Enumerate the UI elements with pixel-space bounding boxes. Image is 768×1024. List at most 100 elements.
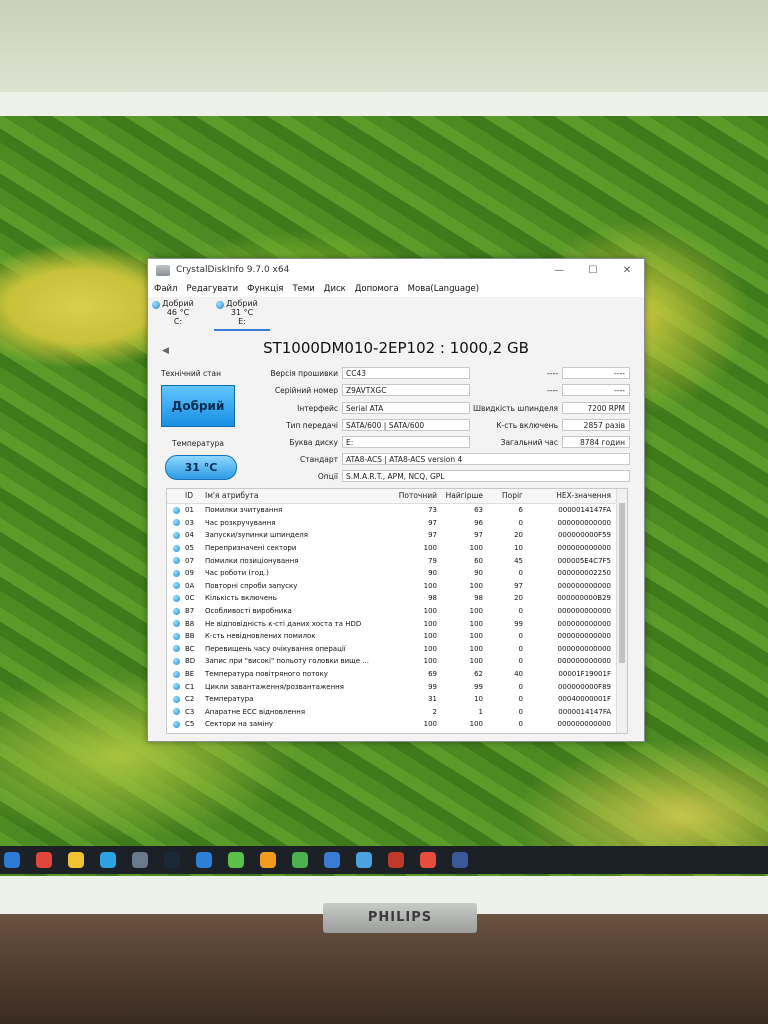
attr-raw: 000000000000 — [557, 544, 611, 553]
header-current[interactable]: Поточний — [393, 489, 437, 503]
smart-row[interactable]: C3 Апаратне ECC відновлення 2 1 0 0000014147F… — [167, 706, 627, 719]
minimize-button[interactable]: — — [542, 265, 576, 276]
attr-threshold: 0 — [518, 707, 523, 716]
attr-id: B7 — [185, 607, 195, 616]
health-label: Технічний стан — [160, 369, 222, 378]
status-dot-icon — [167, 519, 185, 527]
attr-name: Кількість включень — [205, 594, 277, 603]
taskbar-app-icon[interactable] — [100, 852, 116, 868]
smart-row[interactable]: BE Температура повітряного потоку 69 62 40 00… — [167, 668, 627, 681]
smart-row[interactable]: BB К-сть невідновлених помилок 100 100 0 0000… — [167, 630, 627, 643]
status-dot-icon — [167, 594, 185, 602]
status-dot-icon — [167, 582, 185, 590]
smart-row[interactable]: 0C Кількість включень 98 98 20 000000000B29 — [167, 592, 627, 605]
header-threshold[interactable]: Поріг — [483, 489, 523, 503]
crystaldiskinfo-window[interactable]: CrystalDiskInfo 9.7.0 x64 — ☐ ✕ Файл Ред… — [147, 258, 645, 742]
smart-row[interactable]: 07 Помилки позиціонування 79 60 45 000005E4C7… — [167, 554, 627, 567]
attr-current: 2 — [432, 707, 437, 716]
taskbar-app-icon[interactable] — [420, 852, 436, 868]
menu-language[interactable]: Мова(Language) — [408, 284, 479, 294]
status-dot-icon — [167, 645, 185, 653]
attr-threshold: 0 — [518, 607, 523, 616]
smart-row[interactable]: C5 Сектори на заміну 100 100 0 000000000000 — [167, 718, 627, 731]
menu-help[interactable]: Допомога — [355, 284, 399, 294]
title-bar[interactable]: CrystalDiskInfo 9.7.0 x64 — ☐ ✕ — [148, 259, 644, 281]
disk-tab-e[interactable]: Добрий 31 °C E: — [214, 299, 270, 331]
taskbar-app-icon[interactable] — [132, 852, 148, 868]
smart-row[interactable]: 01 Помилки зчитування 73 63 6 0000014147FA — [167, 504, 627, 517]
attr-raw: 000000000000 — [557, 657, 611, 666]
attr-threshold: 99 — [514, 619, 523, 628]
status-dot-icon — [167, 708, 185, 716]
smart-row[interactable]: B8 Не відповідність к-сті даних хоста та … — [167, 617, 627, 630]
scrollbar-thumb[interactable] — [619, 503, 625, 663]
menu-file[interactable]: Файл — [154, 284, 177, 294]
taskbar-app-icon[interactable] — [4, 852, 20, 868]
taskbar-app-icon[interactable] — [452, 852, 468, 868]
header-worst[interactable]: Найгірше — [437, 489, 483, 503]
attr-name: Помилки зчитування — [205, 506, 283, 515]
smart-body: 01 Помилки зчитування 73 63 6 0000014147FA 03 Ч… — [167, 504, 627, 731]
taskbar-app-icon[interactable] — [356, 852, 372, 868]
taskbar-app-icon[interactable] — [196, 852, 212, 868]
taskbar-app-icon[interactable] — [324, 852, 340, 868]
attr-raw: 000000000000 — [557, 632, 611, 641]
attr-raw: 000000000000 — [557, 644, 611, 653]
power-on-count-value: 2857 разів — [562, 419, 630, 431]
menu-function[interactable]: Функція — [247, 284, 283, 294]
attr-id: C1 — [185, 682, 195, 691]
drive-model: ST1000DM010-2EP102 : 1000,2 GB — [263, 339, 529, 357]
smart-row[interactable]: 0A Повторні спроби запуску 100 100 97 0000000… — [167, 580, 627, 593]
attr-worst: 100 — [469, 619, 483, 628]
menu-disk[interactable]: Диск — [324, 284, 346, 294]
smart-attributes-table[interactable]: ID Ім'я атрибута Поточний Найгірше Поріг… — [166, 488, 628, 734]
attr-threshold: 40 — [514, 670, 523, 679]
features-label: Опції — [317, 472, 338, 481]
attr-worst: 10 — [474, 695, 483, 704]
attr-name: Перепризначені сектори — [205, 544, 297, 553]
smart-row[interactable]: 05 Перепризначені сектори 100 100 10 00000000… — [167, 542, 627, 555]
smart-row[interactable]: BC Перевищень часу очікування операції 100… — [167, 643, 627, 656]
attr-id: 07 — [185, 556, 194, 565]
menu-edit[interactable]: Редагувати — [186, 284, 238, 294]
menu-themes[interactable]: Теми — [292, 284, 314, 294]
temperature-button[interactable]: 31 °C — [165, 455, 237, 480]
attr-worst: 1 — [478, 707, 483, 716]
maximize-button[interactable]: ☐ — [576, 265, 610, 276]
header-raw[interactable]: HEX-значення — [523, 489, 611, 503]
status-dot-icon — [167, 632, 185, 640]
smart-row[interactable]: B7 Особливості виробника 100 100 0 0000000000… — [167, 605, 627, 618]
smart-row[interactable]: 03 Час розкручування 97 96 0 000000000000 — [167, 517, 627, 530]
smart-row[interactable]: 04 Запуски/зупинки шпинделя 97 97 20 00000000… — [167, 529, 627, 542]
attr-threshold: 20 — [514, 594, 523, 603]
taskbar-app-icon[interactable] — [68, 852, 84, 868]
disk-tab-c[interactable]: Добрий 46 °C C: — [150, 299, 206, 329]
attr-worst: 100 — [469, 657, 483, 666]
header-id[interactable]: ID — [185, 489, 205, 503]
header-name[interactable]: Ім'я атрибута — [205, 489, 393, 503]
smart-row[interactable]: BD Запис при "високі" польоту головки вищ… — [167, 655, 627, 668]
status-dot-icon — [167, 657, 185, 665]
taskbar-app-icon[interactable] — [36, 852, 52, 868]
attr-worst: 62 — [474, 670, 483, 679]
close-button[interactable]: ✕ — [610, 265, 644, 276]
interface-label: Інтерфейс — [297, 404, 338, 413]
status-dot-icon — [167, 607, 185, 615]
firmware-label: Версія прошивки — [270, 369, 338, 378]
attr-raw: 000000000000 — [557, 619, 611, 628]
taskbar-app-icon[interactable] — [292, 852, 308, 868]
smart-row[interactable]: C1 Цикли завантаження/розвантаження 99 99 0 0… — [167, 680, 627, 693]
drive-letter-label: Буква диску — [289, 438, 338, 447]
monitor-brand-logo: PHILIPS — [323, 903, 477, 933]
smart-scrollbar[interactable] — [616, 489, 627, 733]
health-status-button[interactable]: Добрий — [161, 385, 235, 427]
blank-a-value: ---- — [562, 367, 630, 379]
taskbar-app-icon[interactable] — [228, 852, 244, 868]
attr-name: Цикли завантаження/розвантаження — [205, 682, 344, 691]
taskbar-app-icon[interactable] — [164, 852, 180, 868]
attr-raw: 00001F19001F — [558, 670, 611, 679]
taskbar-app-icon[interactable] — [260, 852, 276, 868]
smart-row[interactable]: C2 Температура 31 10 0 00040000001F — [167, 693, 627, 706]
taskbar-app-icon[interactable] — [388, 852, 404, 868]
smart-row[interactable]: 09 Час роботи (год.) 90 90 0 000000002250 — [167, 567, 627, 580]
